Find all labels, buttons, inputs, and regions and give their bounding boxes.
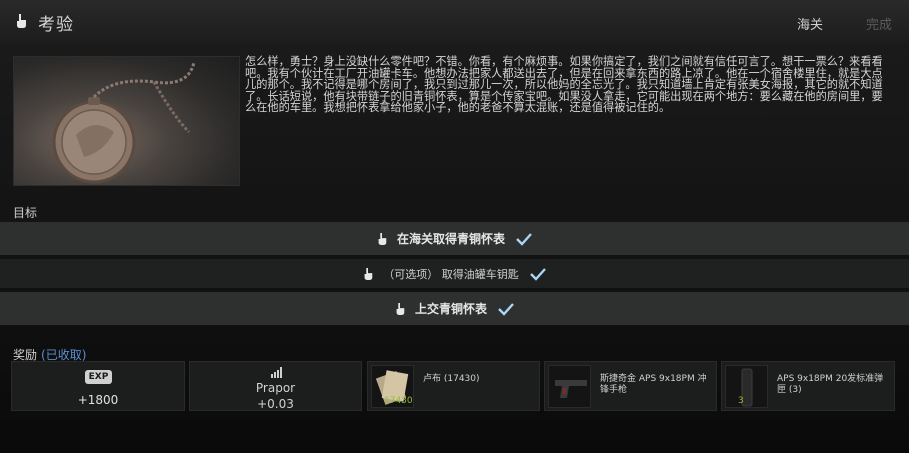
hand-pointer-icon bbox=[364, 267, 373, 280]
trader-name: Prapor bbox=[255, 381, 296, 395]
reward-trader-standing[interactable]: Prapor +0.03 bbox=[189, 361, 362, 411]
item-name: 卢布 (17430) bbox=[423, 374, 480, 384]
rewards-claimed-status: (已收取) bbox=[41, 348, 87, 362]
checkmark-icon bbox=[529, 267, 546, 281]
exp-value: +1800 bbox=[77, 393, 119, 407]
quest-title: 考验 bbox=[38, 15, 74, 35]
hand-pointer-icon bbox=[17, 14, 26, 28]
rewards-title: 奖励 bbox=[13, 348, 38, 362]
objective-text: 在海关取得青铜怀表 bbox=[396, 232, 505, 246]
reward-item[interactable]: 斯捷奇金 APS 9x18PM 冲锋手枪 bbox=[544, 361, 717, 411]
reward-exp[interactable]: EXP +1800 bbox=[11, 361, 185, 411]
quest-image-pocket-watch bbox=[13, 56, 240, 186]
hand-pointer-icon bbox=[378, 232, 387, 245]
objective-row[interactable]: 上交青铜怀表 bbox=[0, 292, 909, 325]
item-thumbnail: 17430 bbox=[371, 365, 414, 408]
quest-location[interactable]: 海关 bbox=[797, 14, 823, 33]
checkmark-icon bbox=[498, 302, 514, 316]
item-thumbnail bbox=[548, 365, 591, 408]
pistol-icon bbox=[555, 380, 587, 398]
complete-status: 完成 bbox=[866, 18, 893, 33]
exp-icon: EXP bbox=[85, 370, 112, 384]
hand-pointer-icon bbox=[396, 302, 405, 315]
objectives-label: 目标 bbox=[13, 206, 38, 220]
pocket-watch-icon bbox=[52, 61, 196, 184]
objective-text: 上交青铜怀表 bbox=[414, 302, 487, 316]
magazine-icon bbox=[741, 368, 753, 407]
quest-description: 怎么样，勇士？身上没缺什么零件吧？不错。你看，有个麻烦事。如果你搞定了，我们之间… bbox=[245, 55, 883, 115]
item-thumbnail: 3 bbox=[725, 365, 768, 408]
checkmark-icon bbox=[516, 232, 532, 246]
standing-bars-icon bbox=[271, 367, 282, 378]
objective-text: （可选项） 取得油罐车钥匙 bbox=[383, 267, 519, 281]
reward-item[interactable]: 17430 卢布 (17430) bbox=[367, 361, 540, 411]
objective-row[interactable]: （可选项） 取得油罐车钥匙 bbox=[0, 259, 909, 288]
item-quantity: 3 bbox=[738, 396, 744, 406]
objective-row[interactable]: 在海关取得青铜怀表 bbox=[0, 222, 909, 255]
item-name: APS 9x18PM 20发标准弹匣 (3) bbox=[777, 374, 884, 395]
reward-item[interactable]: 3 APS 9x18PM 20发标准弹匣 (3) bbox=[721, 361, 895, 411]
item-name: 斯捷奇金 APS 9x18PM 冲锋手枪 bbox=[600, 374, 707, 395]
quest-header: 考验 海关 完成 bbox=[0, 0, 909, 45]
item-quantity: 17430 bbox=[384, 396, 413, 406]
trader-standing-value: +0.03 bbox=[257, 397, 294, 411]
